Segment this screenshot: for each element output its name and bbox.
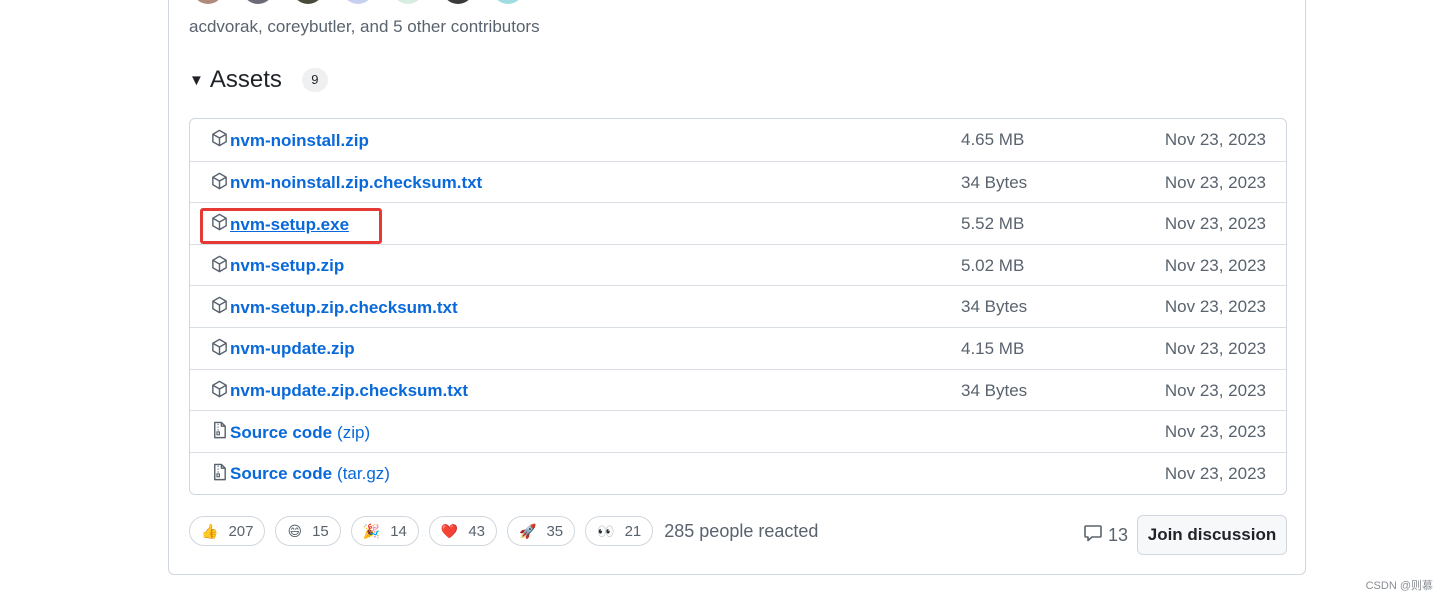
reaction-count: 207: [228, 522, 254, 540]
comment-icon: [1083, 524, 1108, 547]
asset-row: nvm-noinstall.zip.checksum.txt 34 Bytes …: [190, 160, 1286, 203]
assets-list: nvm-noinstall.zip 4.65 MB Nov 23, 2023 n…: [189, 118, 1287, 495]
thumbs-up-icon: 👍: [201, 522, 219, 539]
reaction-thumbs-up[interactable]: 👍 207: [189, 516, 266, 546]
reaction-count: 21: [624, 522, 642, 540]
reaction-eyes[interactable]: 👀 21: [585, 516, 654, 546]
asset-link-suffix: (zip): [337, 422, 371, 442]
reaction-laugh[interactable]: 😄 15: [275, 516, 341, 546]
asset-row: Source code (tar.gz) Nov 23, 2023: [190, 451, 1286, 494]
laugh-icon: 😄: [287, 522, 303, 539]
asset-link-label: Source code: [230, 422, 333, 442]
rocket-icon: 🚀: [519, 522, 537, 539]
package-icon: [210, 171, 230, 196]
reaction-count: 15: [312, 522, 329, 540]
assets-title: Assets: [209, 66, 282, 93]
watermark: CSDN @则慕: [1365, 580, 1433, 592]
package-icon: [210, 254, 230, 279]
asset-row: nvm-update.zip.checksum.txt 34 Bytes Nov…: [190, 368, 1286, 411]
asset-date: Nov 23, 2023: [1164, 255, 1266, 275]
asset-link-label: Source code: [230, 464, 333, 484]
reaction-count: 43: [468, 522, 486, 540]
package-icon: [210, 337, 230, 362]
comments-count[interactable]: 13: [1083, 524, 1128, 547]
file-zip-icon: [210, 420, 230, 445]
assets-count-badge: 9: [301, 68, 328, 92]
assets-toggle[interactable]: ▼ Assets 9: [189, 66, 328, 94]
asset-date: Nov 23, 2023: [1164, 172, 1266, 192]
asset-size: 4.15 MB: [961, 338, 1025, 358]
asset-date: Nov 23, 2023: [1164, 463, 1266, 483]
asset-size: 34 Bytes: [961, 380, 1028, 400]
package-icon: [210, 212, 230, 237]
hooray-icon: 🎉: [362, 522, 381, 539]
join-discussion-button[interactable]: Join discussion: [1137, 515, 1287, 555]
asset-link[interactable]: nvm-update.zip.checksum.txt: [230, 381, 468, 401]
asset-link[interactable]: nvm-noinstall.zip.checksum.txt: [230, 173, 482, 193]
asset-date: Nov 23, 2023: [1164, 338, 1266, 358]
package-icon: [210, 128, 230, 153]
reaction-hooray[interactable]: 🎉 14: [350, 516, 419, 546]
eyes-icon: 👀: [597, 522, 615, 539]
reaction-heart[interactable]: ❤️ 43: [428, 516, 498, 546]
heart-icon: ❤️: [440, 522, 459, 539]
source-code-targz-link[interactable]: Source code (tar.gz): [230, 464, 390, 484]
reaction-count: 35: [546, 522, 564, 540]
reaction-count: 14: [390, 522, 407, 540]
reaction-rocket[interactable]: 🚀 35: [507, 516, 576, 546]
package-icon: [210, 295, 230, 320]
asset-size: 5.52 MB: [961, 214, 1025, 234]
contributors-text: acdvorak, coreybutler, and 5 other contr…: [189, 17, 540, 36]
package-icon: [210, 379, 230, 404]
source-code-zip-link[interactable]: Source code (zip): [230, 423, 370, 443]
reactions-summary[interactable]: 285 people reacted: [664, 521, 818, 542]
asset-link[interactable]: nvm-noinstall.zip: [230, 131, 369, 151]
asset-row: nvm-setup.zip 5.02 MB Nov 23, 2023: [190, 243, 1286, 286]
asset-row: nvm-noinstall.zip 4.65 MB Nov 23, 2023: [190, 119, 1286, 161]
asset-row: Source code (zip) Nov 23, 2023: [190, 410, 1286, 452]
asset-row: nvm-update.zip 4.15 MB Nov 23, 2023: [190, 326, 1286, 369]
asset-date: Nov 23, 2023: [1164, 130, 1266, 149]
asset-date: Nov 23, 2023: [1164, 214, 1266, 234]
asset-date: Nov 23, 2023: [1164, 297, 1266, 317]
asset-date: Nov 23, 2023: [1164, 422, 1266, 442]
asset-size: 34 Bytes: [961, 172, 1028, 192]
asset-link[interactable]: nvm-setup.zip.checksum.txt: [230, 298, 458, 318]
asset-size: 34 Bytes: [961, 297, 1028, 317]
triangle-down-icon: ▼: [189, 71, 204, 89]
reactions-bar: 👍 207 😄 15 🎉 14 ❤️ 43 🚀 35 👀 21 285 people rea…: [189, 516, 818, 546]
asset-row: nvm-setup.exe 5.52 MB Nov 23, 2023: [190, 202, 1286, 244]
asset-size: 4.65 MB: [961, 130, 1025, 149]
asset-row: nvm-setup.zip.checksum.txt 34 Bytes Nov …: [190, 285, 1286, 327]
asset-link-nvm-setup-exe[interactable]: nvm-setup.exe: [230, 215, 349, 235]
asset-date: Nov 23, 2023: [1164, 380, 1266, 400]
asset-link[interactable]: nvm-update.zip: [230, 339, 355, 359]
asset-link-suffix: (tar.gz): [337, 464, 390, 484]
asset-size: 5.02 MB: [961, 255, 1025, 275]
comments-count-value: 13: [1108, 525, 1129, 545]
file-zip-icon: [210, 462, 230, 487]
asset-link[interactable]: nvm-setup.zip: [230, 256, 344, 276]
